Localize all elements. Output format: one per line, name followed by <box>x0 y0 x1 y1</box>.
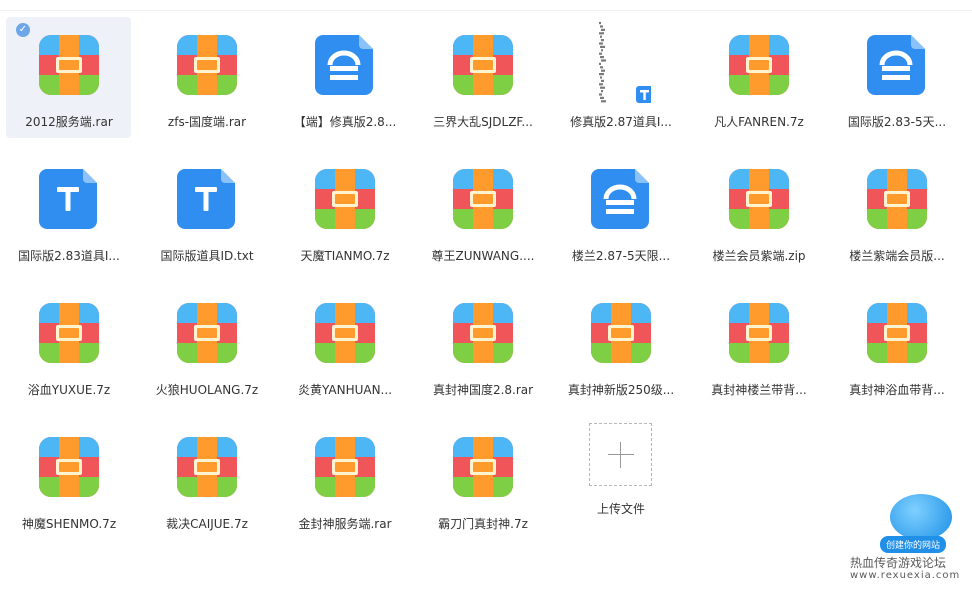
image-file-icon <box>599 22 651 103</box>
file-name: 金封神服务端.rar <box>298 517 392 531</box>
file-name: 凡人FANREN.7z <box>714 115 804 129</box>
config-file-icon <box>315 35 373 95</box>
file-name: 国际版道具ID.txt <box>160 249 254 263</box>
plus-icon[interactable] <box>589 423 652 486</box>
archive-file-icon <box>453 35 513 95</box>
file-item[interactable]: 国际版道具ID.txt <box>138 151 276 285</box>
archive-file-icon <box>867 303 927 363</box>
file-item[interactable]: 真封神楼兰带背... <box>690 285 828 419</box>
file-name: 真封神浴血带背... <box>849 383 945 397</box>
file-item[interactable]: 凡人FANREN.7z <box>690 17 828 151</box>
archive-file-icon <box>453 437 513 497</box>
file-item[interactable]: 楼兰会员紫端.zip <box>690 151 828 285</box>
file-name: 真封神楼兰带背... <box>711 383 807 397</box>
file-item[interactable]: ✓ 2012服务端.rar <box>0 17 138 151</box>
config-file-icon <box>867 35 925 95</box>
file-name: 炎黄YANHUAN... <box>297 383 393 397</box>
archive-file-icon <box>453 303 513 363</box>
watermark-text: 热血传奇游戏论坛 <box>850 556 947 570</box>
config-file-icon <box>591 169 649 229</box>
archive-file-icon <box>39 35 99 95</box>
file-name: 真封神国度2.8.rar <box>432 383 534 397</box>
file-item[interactable]: 霸刀门真封神.7z <box>414 419 552 553</box>
file-item[interactable]: 火狼HUOLANG.7z <box>138 285 276 419</box>
file-name: 修真版2.87道具I... <box>570 115 672 129</box>
archive-file-icon <box>591 303 651 363</box>
file-name: 真封神新版250级... <box>567 383 675 397</box>
archive-file-icon <box>315 437 375 497</box>
archive-file-icon <box>315 169 375 229</box>
file-name: 神魔SHENMO.7z <box>21 517 117 531</box>
file-name: 尊王ZUNWANG.... <box>431 249 535 263</box>
toolbar-divider <box>0 10 972 11</box>
file-item[interactable]: 天魔TIANMO.7z <box>276 151 414 285</box>
file-name: 【端】修真版2.8... <box>293 115 397 129</box>
file-item[interactable]: 真封神新版250级... <box>552 285 690 419</box>
upload-label: 上传文件 <box>596 502 645 516</box>
file-name: 裁决CAIJUE.7z <box>166 517 248 531</box>
archive-file-icon <box>177 35 237 95</box>
file-name: 火狼HUOLANG.7z <box>155 383 259 397</box>
file-name: 天魔TIANMO.7z <box>300 249 390 263</box>
cloud-logo-icon <box>890 494 952 540</box>
text-file-icon <box>177 169 235 229</box>
file-item[interactable]: 真封神国度2.8.rar <box>414 285 552 419</box>
archive-file-icon <box>177 437 237 497</box>
file-item[interactable]: 裁决CAIJUE.7z <box>138 419 276 553</box>
file-grid: ✓ 2012服务端.rar zfs-国度端.rar 【端】修真版2.8... 三… <box>0 17 966 553</box>
archive-file-icon <box>729 169 789 229</box>
file-name: 浴血YUXUE.7z <box>27 383 111 397</box>
file-name: zfs-国度端.rar <box>167 115 247 129</box>
file-item[interactable]: 修真版2.87道具I... <box>552 17 690 151</box>
archive-file-icon <box>729 35 789 95</box>
file-item[interactable]: 【端】修真版2.8... <box>276 17 414 151</box>
archive-file-icon <box>867 169 927 229</box>
archive-file-icon <box>39 303 99 363</box>
file-item[interactable]: 真封神浴血带背... <box>828 285 966 419</box>
file-name: 国际版2.83道具I... <box>18 249 120 263</box>
file-name: 楼兰2.87-5天限... <box>571 249 671 263</box>
text-file-icon <box>39 169 97 229</box>
file-name: 三界大乱SJDLZF... <box>433 115 533 129</box>
file-item[interactable]: 金封神服务端.rar <box>276 419 414 553</box>
file-name: 楼兰紫端会员版... <box>849 249 945 263</box>
watermark-url: www.rexuexia.com <box>850 570 961 581</box>
file-item[interactable]: 楼兰2.87-5天限... <box>552 151 690 285</box>
watermark-badge: 创建你的网站 <box>880 536 947 553</box>
archive-file-icon <box>729 303 789 363</box>
file-item[interactable]: zfs-国度端.rar <box>138 17 276 151</box>
file-name: 国际版2.83-5天... <box>847 115 947 129</box>
file-item[interactable]: 国际版2.83-5天... <box>828 17 966 151</box>
file-item[interactable]: 尊王ZUNWANG.... <box>414 151 552 285</box>
file-item[interactable]: 国际版2.83道具I... <box>0 151 138 285</box>
file-item[interactable]: 三界大乱SJDLZF... <box>414 17 552 151</box>
file-item[interactable]: 炎黄YANHUAN... <box>276 285 414 419</box>
file-name: 2012服务端.rar <box>25 115 113 129</box>
file-item[interactable]: 浴血YUXUE.7z <box>0 285 138 419</box>
file-item[interactable]: 楼兰紫端会员版... <box>828 151 966 285</box>
archive-file-icon <box>39 437 99 497</box>
file-item[interactable]: 神魔SHENMO.7z <box>0 419 138 553</box>
file-name: 楼兰会员紫端.zip <box>712 249 806 263</box>
archive-file-icon <box>315 303 375 363</box>
upload-file-button[interactable]: 上传文件 <box>552 419 690 553</box>
archive-file-icon <box>177 303 237 363</box>
site-watermark: 创建你的网站 热血传奇游戏论坛 www.rexuexia.com <box>850 488 968 584</box>
file-name: 霸刀门真封神.7z <box>438 517 528 531</box>
checkmark-icon[interactable]: ✓ <box>16 23 30 37</box>
archive-file-icon <box>453 169 513 229</box>
